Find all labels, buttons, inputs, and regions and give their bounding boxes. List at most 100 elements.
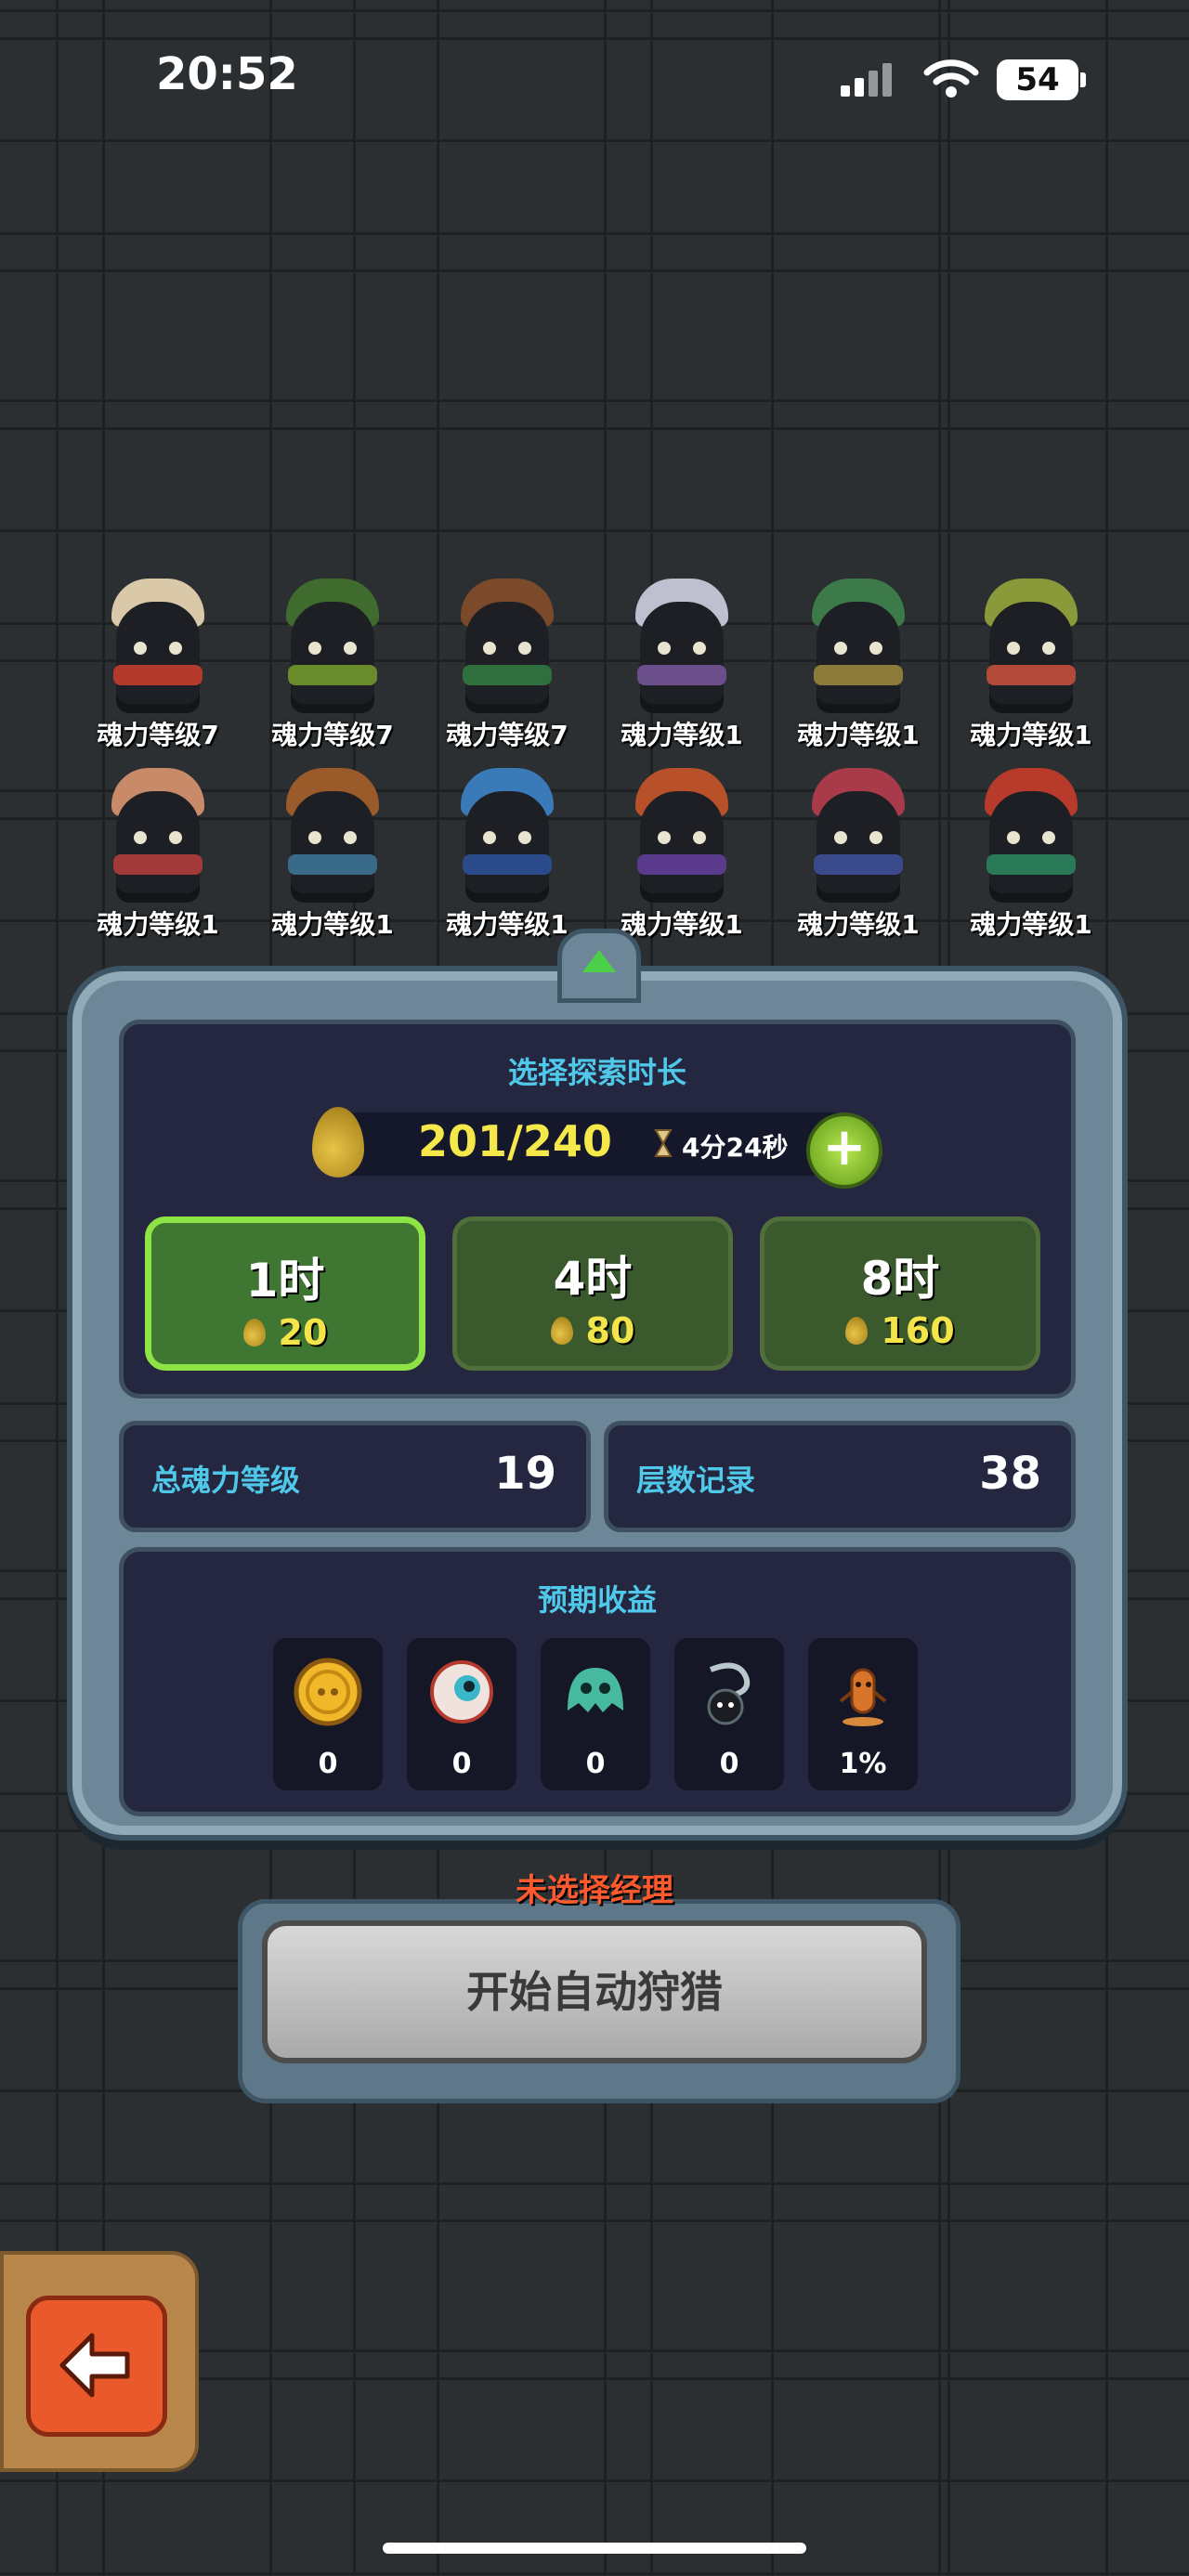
floor-record-value: 38 — [979, 1448, 1041, 1500]
snake-pet-icon — [707, 1662, 751, 1725]
soul-drop-icon — [550, 1317, 573, 1345]
battery-tip — [1080, 72, 1086, 87]
character-sprite — [116, 791, 200, 903]
total-soul-level-value: 19 — [494, 1448, 556, 1500]
character-sprite — [989, 791, 1073, 903]
character-scarf — [986, 665, 1076, 685]
total-soul-level-label: 总魂力等级 — [151, 1463, 301, 1498]
reward-figure: 1% — [808, 1638, 918, 1790]
character-eyes — [658, 642, 706, 655]
character-eyes — [483, 642, 531, 655]
character-scarf — [113, 854, 203, 875]
duration-cost: 80 — [585, 1310, 635, 1351]
character-card[interactable]: 魂力等级1 — [249, 747, 416, 942]
character-scarf — [288, 665, 377, 685]
back-arrow-icon — [59, 2333, 130, 2398]
character-eyes — [1007, 831, 1055, 844]
wifi-icon — [923, 59, 979, 98]
character-scarf — [814, 665, 903, 685]
no-manager-warning: 未选择经理 — [516, 1872, 673, 1909]
reward-value: 1% — [839, 1748, 887, 1780]
duration-label: 4时 — [553, 1252, 633, 1306]
duration-cost: 160 — [881, 1310, 955, 1351]
reward-eyeball: 0 — [407, 1638, 516, 1790]
character-card[interactable]: 魂力等级7 — [424, 557, 591, 752]
soul-drop-icon — [845, 1317, 869, 1345]
character-eyes — [308, 831, 357, 844]
character-sprite — [291, 791, 374, 903]
soul-level-label: 魂力等级1 — [97, 909, 219, 940]
duration-label: 1时 — [245, 1254, 325, 1308]
character-eyes — [134, 642, 182, 655]
reward-value: 0 — [719, 1748, 739, 1780]
character-sprite — [640, 602, 724, 713]
reward-spirit: 0 — [541, 1638, 650, 1790]
character-eyes — [834, 831, 882, 844]
back-button[interactable] — [26, 2296, 167, 2437]
panel-top-arrow[interactable] — [557, 929, 641, 1003]
soul-level-label: 魂力等级1 — [970, 909, 1092, 940]
character-card[interactable]: 魂力等级1 — [598, 747, 765, 942]
reward-value: 0 — [585, 1748, 606, 1780]
character-sprite — [640, 791, 724, 903]
duration-cost: 20 — [278, 1312, 328, 1353]
character-eyes — [658, 831, 706, 844]
character-card[interactable]: 魂力等级7 — [249, 557, 416, 752]
character-scarf — [288, 854, 377, 875]
status-time: 20:52 — [156, 48, 298, 100]
home-indicator[interactable] — [383, 2543, 806, 2554]
character-eyes — [834, 642, 882, 655]
character-card[interactable]: 魂力等级1 — [424, 747, 591, 942]
add-energy-button[interactable]: + — [806, 1112, 882, 1189]
soul-drop-icon — [242, 1319, 266, 1347]
rewards-title: 预期收益 — [537, 1582, 657, 1618]
character-scarf — [113, 665, 203, 685]
hourglass-icon — [654, 1129, 673, 1157]
duration-4h-button[interactable]: 4时 80 — [452, 1216, 733, 1371]
character-sprite — [291, 602, 374, 713]
cellular-signal-icon — [841, 63, 896, 97]
gold-coin-icon — [294, 1658, 362, 1726]
character-sprite — [817, 791, 900, 903]
character-scarf — [814, 854, 903, 875]
character-card[interactable]: 魂力等级7 — [74, 557, 242, 752]
refill-timer: 4分24秒 — [682, 1132, 789, 1163]
floor-record-label: 层数记录 — [636, 1463, 756, 1498]
start-auto-hunt-button[interactable]: 开始自动狩猎 — [262, 1920, 927, 2063]
character-scarf — [637, 665, 726, 685]
ghost-spirit-icon — [568, 1668, 623, 1712]
duration-8h-button[interactable]: 8时 160 — [760, 1216, 1040, 1371]
character-eyes — [308, 642, 357, 655]
reward-snake-pet: 0 — [674, 1638, 784, 1790]
character-scarf — [463, 854, 552, 875]
character-scarf — [986, 854, 1076, 875]
character-sprite — [989, 602, 1073, 713]
character-sprite — [116, 602, 200, 713]
character-card[interactable]: 魂力等级1 — [947, 557, 1115, 752]
character-eyes — [483, 831, 531, 844]
character-sprite — [465, 791, 549, 903]
character-scarf — [463, 665, 552, 685]
character-card[interactable]: 魂力等级1 — [74, 747, 242, 942]
total-soul-level-box: 总魂力等级 19 — [119, 1421, 591, 1532]
character-scarf — [637, 854, 726, 875]
battery-indicator: 54 — [997, 59, 1078, 100]
duration-title: 选择探索时长 — [507, 1055, 686, 1090]
character-eyes — [134, 831, 182, 844]
floor-record-box: 层数记录 38 — [604, 1421, 1076, 1532]
character-eyes — [1007, 642, 1055, 655]
eyeball-icon — [430, 1660, 493, 1724]
energy-value: 201/240 — [418, 1116, 612, 1166]
character-card[interactable]: 魂力等级1 — [775, 557, 942, 752]
duration-1h-button[interactable]: 1时 20 — [145, 1216, 425, 1371]
character-sprite — [817, 602, 900, 713]
character-card[interactable]: 魂力等级1 — [598, 557, 765, 752]
soul-level-label: 魂力等级1 — [271, 909, 394, 940]
character-sprite — [465, 602, 549, 713]
reward-value: 0 — [318, 1748, 338, 1780]
reward-gold: 0 — [273, 1638, 383, 1790]
character-card[interactable]: 魂力等级1 — [947, 747, 1115, 942]
soul-level-label: 魂力等级1 — [797, 909, 920, 940]
character-card[interactable]: 魂力等级1 — [775, 747, 942, 942]
duration-label: 8时 — [860, 1252, 940, 1306]
